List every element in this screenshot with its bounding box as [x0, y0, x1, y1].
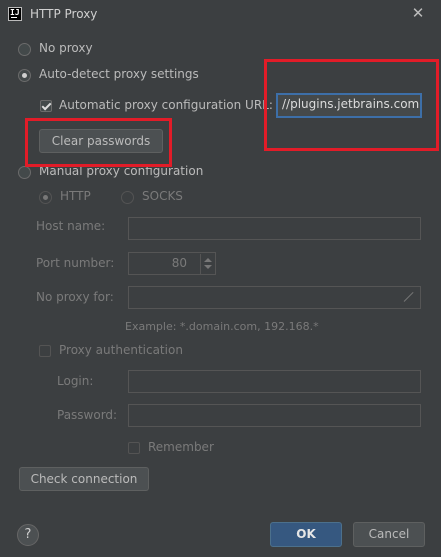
password-input[interactable]: [128, 404, 421, 427]
title-bar: IJ HTTP Proxy ✕: [0, 0, 441, 30]
http-proxy-dialog: IJ HTTP Proxy ✕ No proxy Auto-detect pro…: [0, 0, 441, 557]
window-title: HTTP Proxy: [30, 7, 98, 21]
intellij-logo-icon: IJ: [8, 7, 22, 21]
host-name-label: Host name:: [36, 219, 106, 233]
cancel-button[interactable]: Cancel: [353, 522, 425, 547]
password-label: Password:: [57, 408, 118, 422]
login-input[interactable]: [128, 370, 421, 393]
highlight-box-url: [264, 59, 439, 151]
auto-config-url-checkbox[interactable]: [40, 100, 52, 112]
socks-label[interactable]: SOCKS: [142, 189, 183, 203]
proxy-auth-label[interactable]: Proxy authentication: [59, 343, 183, 357]
ok-button[interactable]: OK: [270, 522, 342, 547]
login-label: Login:: [57, 374, 94, 388]
proxy-auth-checkbox[interactable]: [39, 345, 51, 357]
close-icon[interactable]: ✕: [409, 4, 427, 22]
socks-radio[interactable]: [121, 191, 134, 204]
help-icon[interactable]: ?: [17, 524, 39, 546]
remember-label[interactable]: Remember: [148, 440, 214, 454]
auto-detect-radio[interactable]: [18, 69, 31, 82]
http-radio[interactable]: [39, 191, 52, 204]
spinner-up-icon[interactable]: [204, 258, 212, 262]
port-spinner-arrows[interactable]: [200, 254, 214, 274]
no-proxy-for-label: No proxy for:: [36, 290, 114, 304]
remember-checkbox[interactable]: [128, 442, 140, 454]
spinner-down-icon[interactable]: [204, 265, 212, 269]
port-number-spinner[interactable]: 80: [128, 252, 216, 275]
auto-config-url-label[interactable]: Automatic proxy configuration URL:: [59, 98, 273, 112]
no-proxy-example: Example: *.domain.com, 192.168.*: [125, 320, 319, 333]
auto-detect-label[interactable]: Auto-detect proxy settings: [39, 67, 199, 81]
manual-proxy-radio[interactable]: [18, 166, 31, 179]
check-connection-button[interactable]: Check connection: [19, 467, 149, 491]
no-proxy-radio[interactable]: [18, 43, 31, 56]
port-value: 80: [171, 256, 187, 270]
no-proxy-label[interactable]: No proxy: [39, 41, 93, 55]
highlight-box-clear-passwords: [25, 118, 172, 167]
expand-icon[interactable]: [405, 291, 415, 301]
port-number-label: Port number:: [36, 256, 115, 270]
http-label[interactable]: HTTP: [60, 189, 91, 203]
host-name-input[interactable]: [128, 217, 421, 240]
no-proxy-for-input[interactable]: [128, 286, 421, 309]
